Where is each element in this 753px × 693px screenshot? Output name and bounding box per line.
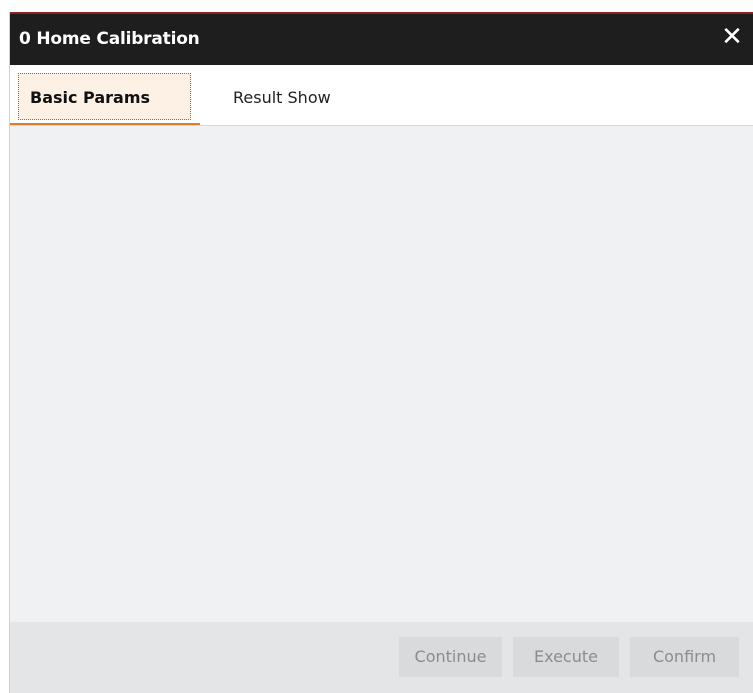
tab-basic-params[interactable]: Basic Params [10, 65, 200, 125]
continue-button[interactable]: Continue [399, 637, 502, 677]
top-strip [0, 0, 753, 12]
tab-label: Result Show [233, 88, 331, 107]
close-icon[interactable]: ✕ [717, 22, 747, 52]
tab-result-show[interactable]: Result Show [200, 65, 370, 125]
confirm-button[interactable]: Confirm [630, 637, 739, 677]
tab-content-area [10, 126, 753, 631]
tab-bar: Basic Params Result Show [10, 65, 753, 126]
dialog-footer: Continue Execute Confirm [10, 622, 753, 693]
execute-button[interactable]: Execute [513, 637, 619, 677]
dialog-title: 0 Home Calibration [19, 29, 200, 49]
dialog-titlebar[interactable]: 0 Home Calibration ✕ [10, 12, 753, 65]
home-calibration-dialog: 0 Home Calibration ✕ Basic Params Result… [9, 12, 753, 693]
tab-label: Basic Params [30, 88, 151, 107]
